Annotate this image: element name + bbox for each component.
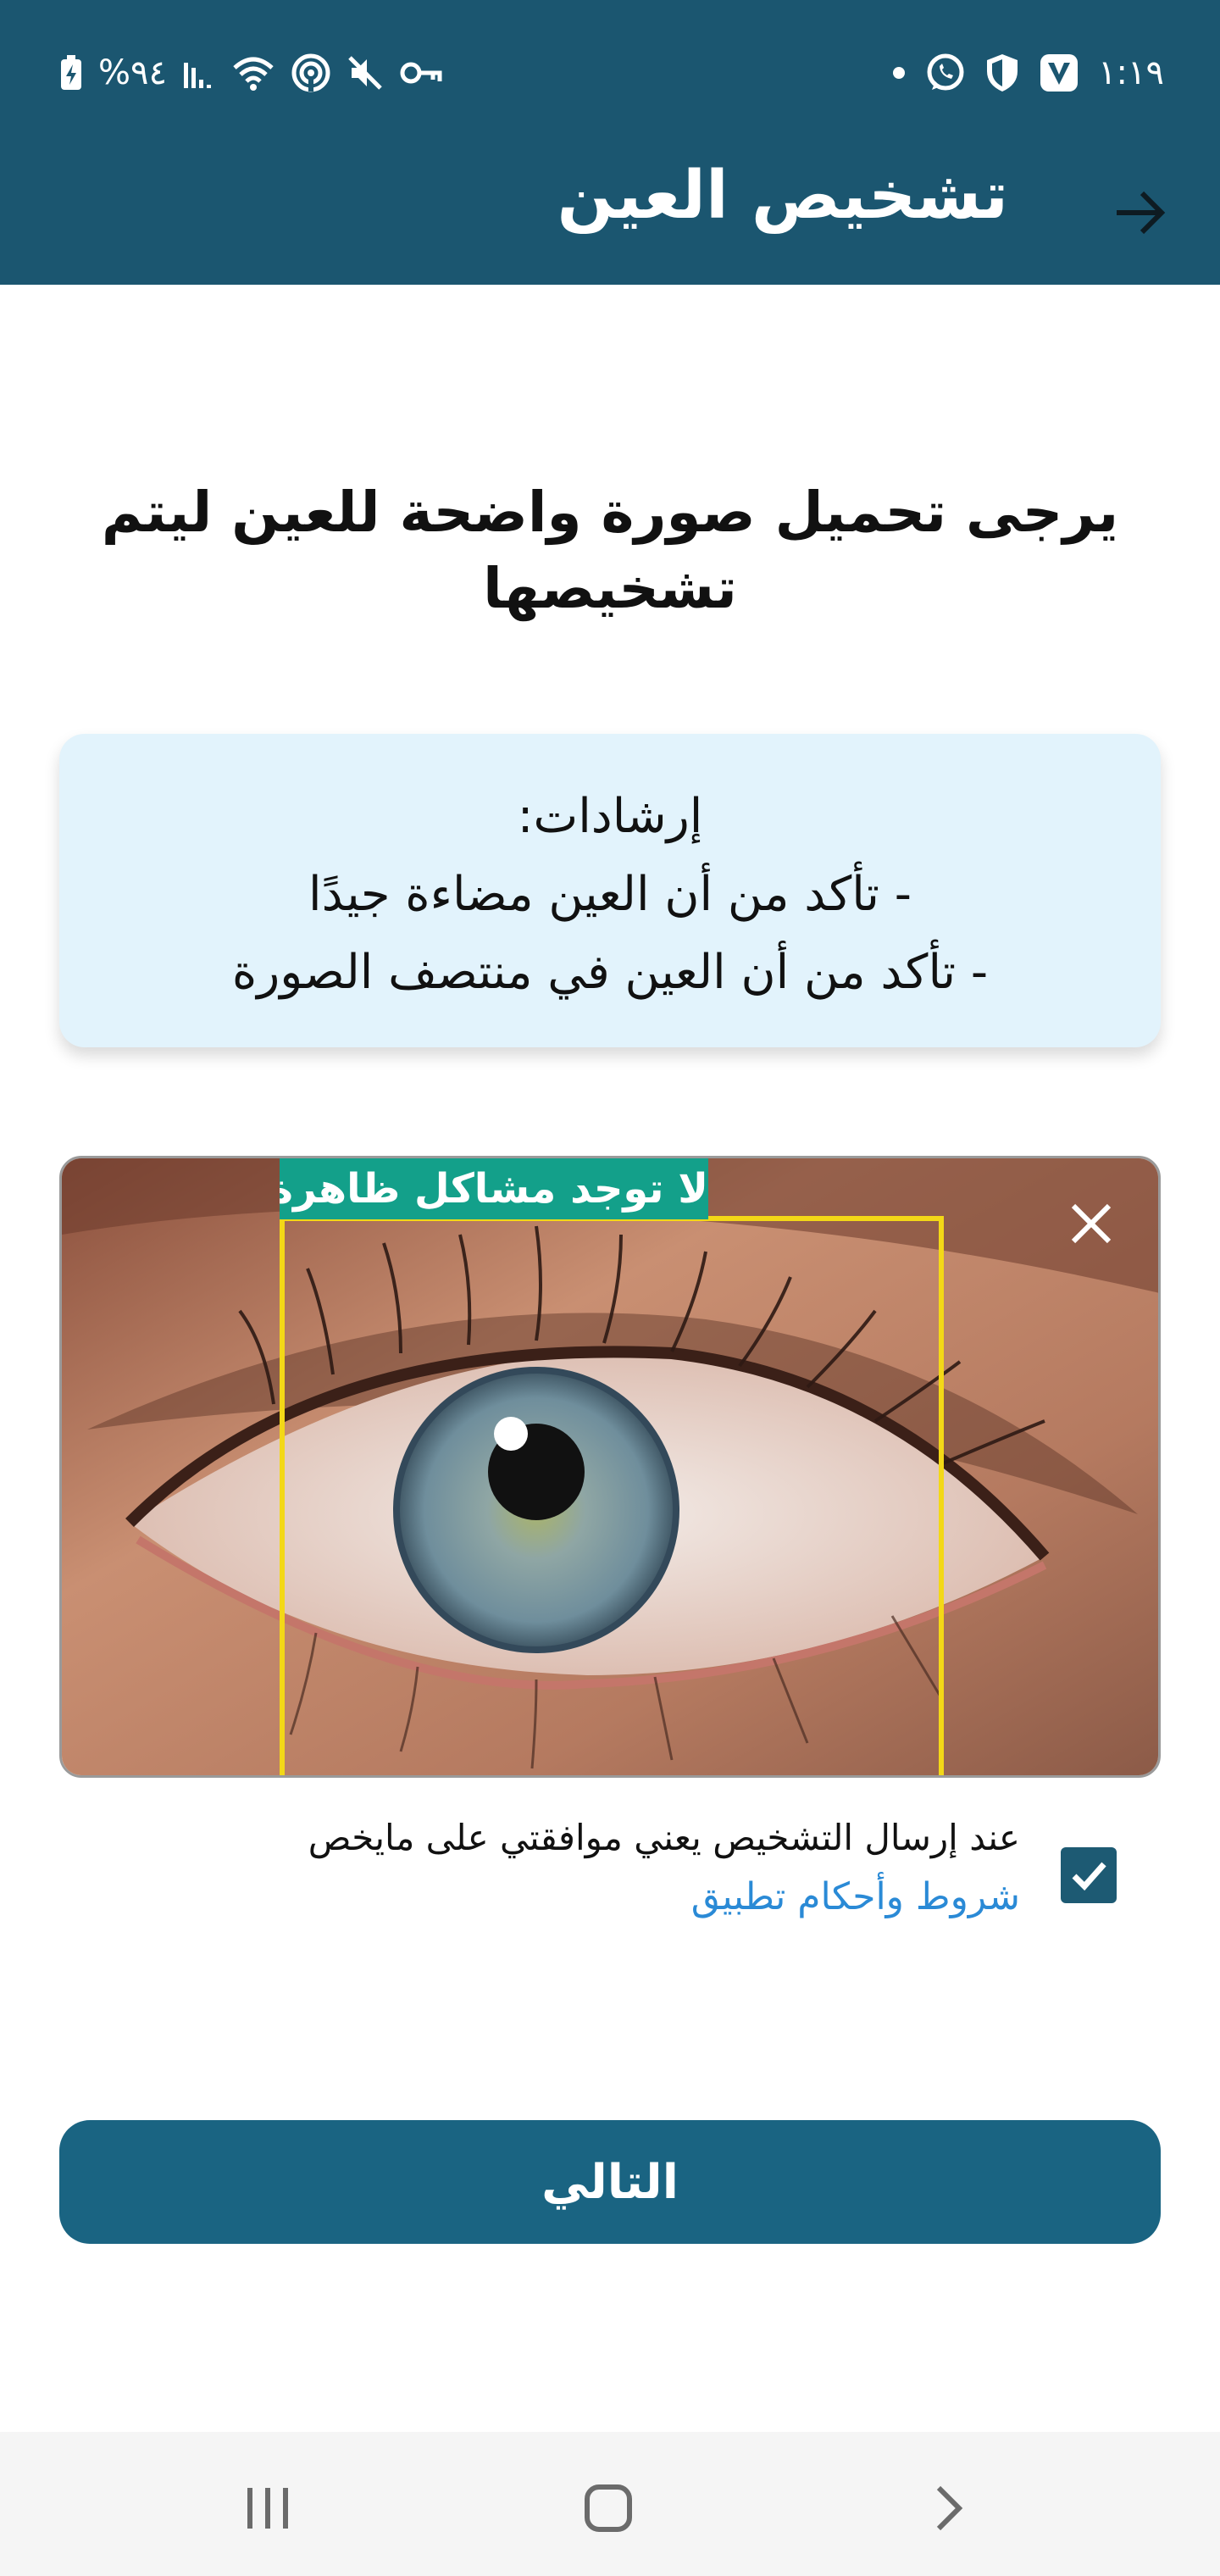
- arrow-right-icon: [1117, 191, 1166, 235]
- close-icon: [1071, 1203, 1112, 1244]
- dot-icon: [891, 49, 907, 97]
- recent-apps-icon: [247, 2488, 288, 2529]
- home-icon: [585, 2484, 632, 2532]
- hotspot-icon: [291, 49, 331, 97]
- app-bar: تشخيص العين: [0, 144, 1220, 285]
- back-icon: [936, 2485, 963, 2531]
- home-button[interactable]: [557, 2466, 659, 2551]
- consent-checkbox[interactable]: [1061, 1847, 1117, 1903]
- mute-icon: [347, 49, 384, 97]
- status-right: ١:١٩: [891, 49, 1164, 97]
- eye-photo: لا توجد مشاكل ظاهرة: [59, 1156, 1161, 1778]
- check-icon: [1072, 1862, 1106, 1891]
- top-bar: %٩٤ ١:١٩ تشخيص العين: [0, 0, 1220, 285]
- whatsapp-icon: [925, 49, 966, 97]
- detection-box: [280, 1216, 944, 1775]
- nav-back-button[interactable]: [898, 2466, 1000, 2551]
- signal-icon: [182, 49, 216, 97]
- battery-percent: %٩٤: [98, 53, 167, 92]
- system-nav-bar: [0, 2432, 1220, 2576]
- guideline-item: - تأكد من أن العين مضاءة جيدًا: [308, 867, 912, 922]
- status-left: %٩٤: [59, 49, 443, 97]
- guidelines-card: إرشادات: - تأكد من أن العين مضاءة جيدًا …: [59, 734, 1161, 1047]
- wifi-icon: [231, 49, 275, 97]
- status-bar: %٩٤ ١:١٩: [0, 0, 1220, 144]
- detection-label: لا توجد مشاكل ظاهرة: [280, 1158, 708, 1219]
- page-title: تشخيص العين: [557, 158, 1008, 234]
- recent-apps-button[interactable]: [217, 2466, 319, 2551]
- back-button[interactable]: [1101, 175, 1178, 251]
- guidelines-title: إرشادات:: [517, 789, 703, 844]
- clock: ١:١٩: [1098, 53, 1164, 92]
- consent-text: عند إرسال التشخيص يعني موافقتي على مايخص…: [220, 1808, 1020, 1927]
- vpn-key-icon: [399, 49, 443, 97]
- next-button[interactable]: التالي: [59, 2120, 1161, 2244]
- battery-charging-icon: [59, 49, 83, 97]
- remove-image-button[interactable]: [1063, 1196, 1119, 1252]
- guideline-item: - تأكد من أن العين في منتصف الصورة: [231, 945, 989, 1000]
- instruction-heading: يرجى تحميل صورة واضحة للعين ليتم تشخيصها: [101, 480, 1119, 621]
- consent-label: عند إرسال التشخيص يعني موافقتي على مايخص: [308, 1817, 1020, 1858]
- shield-icon: [984, 49, 1020, 97]
- terms-link[interactable]: شروط وأحكام تطبيق: [220, 1868, 1020, 1927]
- v-app-icon: [1039, 49, 1079, 97]
